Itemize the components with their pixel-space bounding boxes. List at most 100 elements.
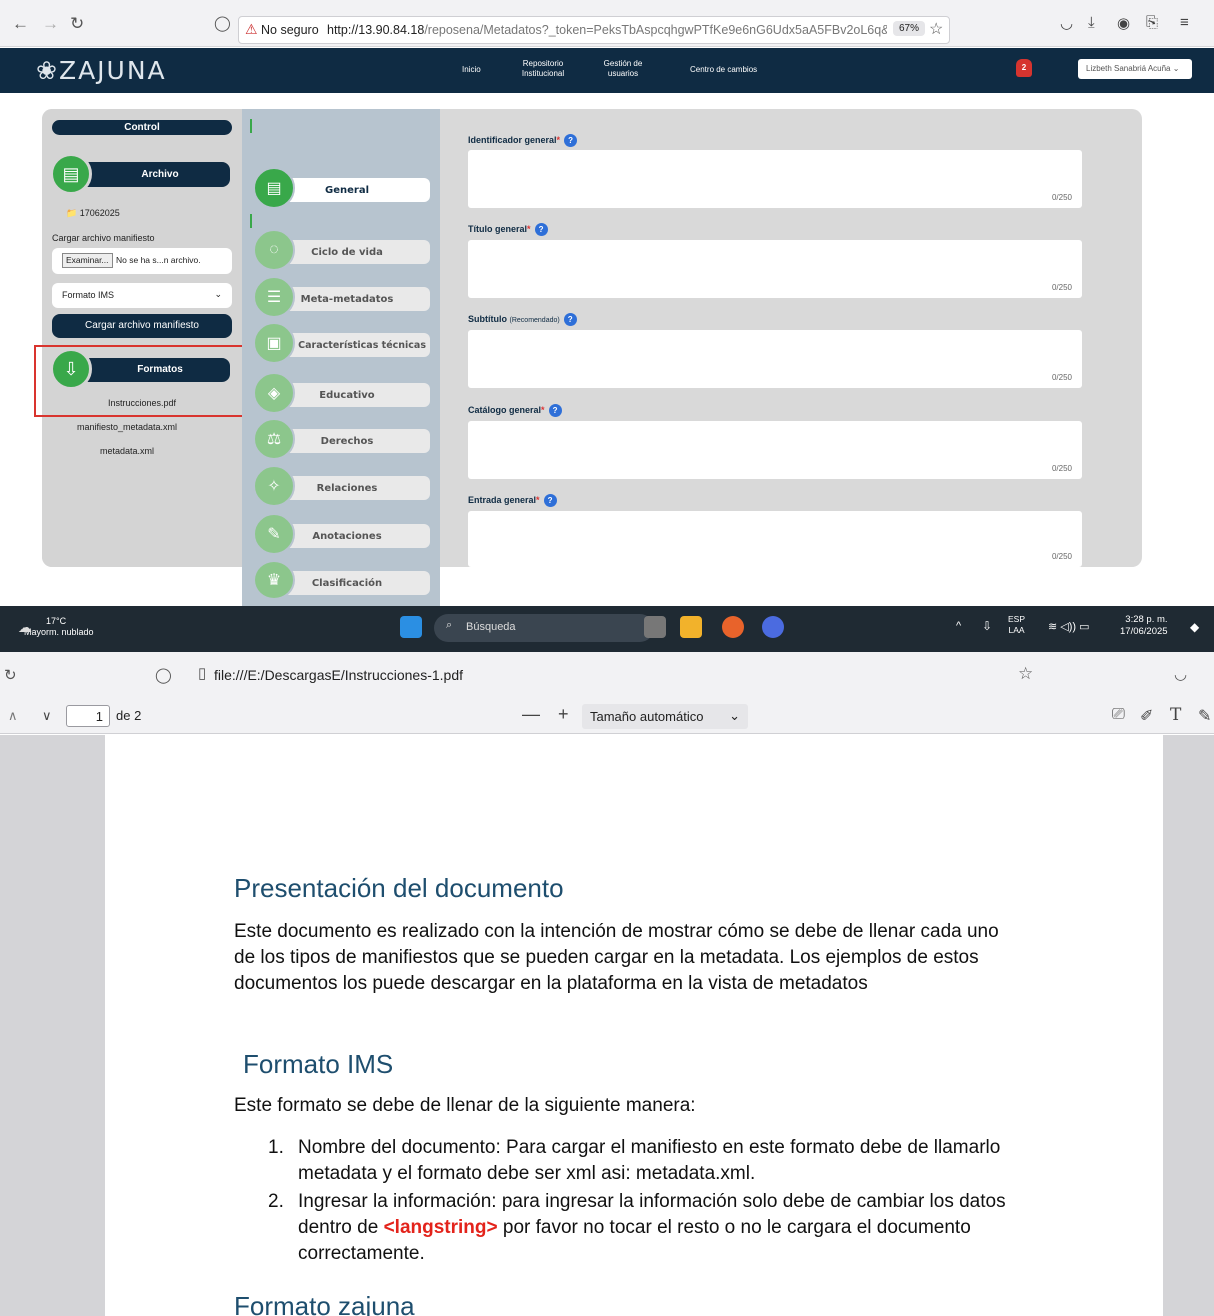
cycle-icon: ◌ [253, 229, 295, 271]
notification-bell-icon[interactable]: 2 [1016, 59, 1032, 77]
tray-chevron-icon[interactable]: ^ [956, 620, 961, 632]
browser-toolbar: ← → ↻ ◯ ⚠ No seguro http://13.90.84.18/r… [0, 0, 1214, 47]
user-dropdown[interactable]: Lizbeth Sanabriá Acuña ⌄ [1078, 59, 1192, 79]
help-icon[interactable]: ? [534, 223, 548, 236]
zoom-in-icon[interactable]: + [558, 704, 569, 725]
page-number-input[interactable]: 1 [66, 705, 110, 727]
upload-manifest-button[interactable]: Cargar archivo manifiesto [52, 314, 232, 338]
control-title: Control [52, 120, 232, 135]
heading-formato-ims: Formato IMS [243, 1049, 394, 1079]
help-icon[interactable]: ? [543, 494, 557, 507]
search-icon: ⌕ [446, 619, 453, 631]
subtitulo-textarea[interactable]: 0/250 [468, 330, 1082, 388]
pdf-page: Presentación del documento Este document… [105, 735, 1163, 1316]
chrome-icon[interactable] [762, 616, 784, 638]
back-icon[interactable]: ← [12, 14, 29, 34]
bookmark-star-icon[interactable]: ☆ [929, 19, 943, 39]
windows-start-icon[interactable] [400, 616, 422, 638]
zoom-select[interactable]: Tamaño automático ⌄ [582, 704, 748, 729]
zoom-indicator[interactable]: 67% [893, 21, 926, 36]
nav-repositorio[interactable]: Repositorio Institucional [518, 59, 568, 79]
file-link-manifiesto[interactable]: manifiesto_metadata.xml [42, 422, 212, 432]
file-explorer-icon[interactable] [680, 616, 702, 638]
prev-page-icon[interactable]: ∧ [8, 708, 18, 724]
text-tool-icon[interactable]: T [1170, 705, 1181, 725]
security-label: No seguro [261, 23, 319, 37]
reload-icon[interactable]: ↻ [70, 14, 84, 34]
draw-icon[interactable]: ✐ [1140, 706, 1153, 726]
field-label: Identificador general*? [468, 134, 578, 147]
reload-icon[interactable]: ↻ [4, 666, 17, 684]
char-counter: 0/250 [1051, 464, 1072, 473]
bookmark-star-icon[interactable]: ☆ [1018, 664, 1033, 684]
wifi-sound-battery-icon[interactable]: ≋ ◁)) ▭ [1048, 620, 1090, 633]
next-page-icon[interactable]: ∨ [42, 708, 52, 724]
char-counter: 0/250 [1051, 283, 1072, 292]
shield-icon[interactable]: ◯ [155, 666, 172, 684]
archivo-button[interactable]: Archivo [70, 162, 230, 187]
field-label: Entrada general*? [468, 494, 557, 507]
help-icon[interactable]: ? [548, 404, 562, 417]
char-counter: 0/250 [1051, 193, 1072, 202]
folder-icon: 📁 [66, 208, 78, 218]
page-icon: ▯ [198, 665, 207, 682]
handshake-icon: ✧ [253, 465, 295, 507]
pocket-icon[interactable]: ◡ [1060, 14, 1073, 32]
char-counter: 0/250 [1051, 373, 1072, 382]
edit-pdf-icon[interactable]: ⎚ [1112, 706, 1125, 724]
chevron-down-icon: ⌄ [214, 289, 222, 299]
nav-gestion-usuarios[interactable]: Gestión de usuarios [598, 59, 648, 79]
heading-presentacion: Presentación del documento [234, 873, 564, 903]
identificador-textarea[interactable]: 0/250 [468, 150, 1082, 208]
trophy-icon: ♛ [253, 560, 295, 600]
list-number-1: 1. [268, 1137, 284, 1158]
browse-button[interactable]: Examinar... [62, 253, 113, 268]
entrada-textarea[interactable]: 0/250 [468, 511, 1082, 567]
catalogo-textarea[interactable]: 0/250 [468, 421, 1082, 479]
field-label: Catálogo general*? [468, 404, 562, 417]
weather-widget[interactable]: ☁ 17°C Mayorm. nublado [18, 616, 94, 638]
help-icon[interactable]: ? [564, 134, 578, 147]
account-icon[interactable]: ◉ [1117, 14, 1130, 32]
pdf-toolbar: ∧ ∨ 1 de 2 — + Tamaño automático ⌄ ⎚ ✐ T … [0, 700, 1214, 734]
language-indicator[interactable]: ESP LAA [1008, 614, 1025, 636]
menu-icon[interactable]: ≡ [1180, 14, 1189, 31]
nav-inicio[interactable]: Inicio [462, 65, 481, 75]
archive-box-icon: ▤ [50, 153, 92, 195]
field-label: Título general*? [468, 223, 548, 236]
folder-item[interactable]: 📁 17062025 [66, 208, 120, 219]
pdf-url-text[interactable]: file:///E:/DescargasE/Instrucciones-1.pd… [214, 667, 463, 683]
notification-icon[interactable]: ◆ [1190, 620, 1199, 634]
insecure-lock-icon[interactable]: ⚠ [245, 21, 258, 38]
taskbar-search[interactable]: ⌕ Búsqueda [434, 614, 654, 642]
app-logo[interactable]: ❀ZAJUNA [36, 56, 167, 85]
url-bar[interactable]: ⚠ No seguro http://13.90.84.18/reposena/… [238, 16, 950, 44]
format-select[interactable]: Formato IMS ⌄ [52, 283, 232, 308]
clock[interactable]: 3:28 p. m. 17/06/2025 [1120, 614, 1168, 638]
file-input[interactable]: Examinar... No se ha s...n archivo. [52, 248, 232, 274]
nav-centro-cambios[interactable]: Centro de cambios [690, 65, 757, 75]
list-item-2: Ingresar la información: para ingresar l… [298, 1191, 1006, 1264]
pocket-icon[interactable]: ◡ [1174, 665, 1187, 683]
shield-icon[interactable]: ◯ [214, 14, 231, 32]
firefox-icon[interactable] [722, 616, 744, 638]
paragraph-ims-intro: Este formato se debe de llenar de la sig… [234, 1095, 696, 1116]
cloud-icon: ☁ [18, 619, 32, 635]
task-view-icon[interactable] [644, 616, 666, 638]
forward-icon[interactable]: → [42, 14, 59, 34]
url-text[interactable]: http://13.90.84.18/reposena/Metadatos?_t… [327, 23, 887, 37]
zoom-out-icon[interactable]: — [522, 704, 540, 725]
taskbar: ☁ 17°C Mayorm. nublado ⌕ Búsqueda ^ ⇩ ESP LA… [0, 606, 1214, 652]
help-icon[interactable]: ? [563, 313, 577, 326]
mic-icon[interactable]: ⇩ [982, 619, 992, 633]
graduation-icon: ◈ [253, 372, 295, 414]
note-icon: ✎ [253, 513, 295, 555]
connector-line [250, 214, 252, 228]
highlight-icon[interactable]: ✎ [1198, 706, 1211, 726]
titulo-textarea[interactable]: 0/250 [468, 240, 1082, 298]
extensions-icon[interactable]: ⎘ [1146, 14, 1158, 31]
download-icon[interactable]: ⤓ [1088, 14, 1095, 31]
file-link-metadata[interactable]: metadata.xml [42, 446, 212, 456]
field-label: Subtítulo (Recomendado)? [468, 313, 577, 326]
page-count: de 2 [116, 708, 142, 723]
